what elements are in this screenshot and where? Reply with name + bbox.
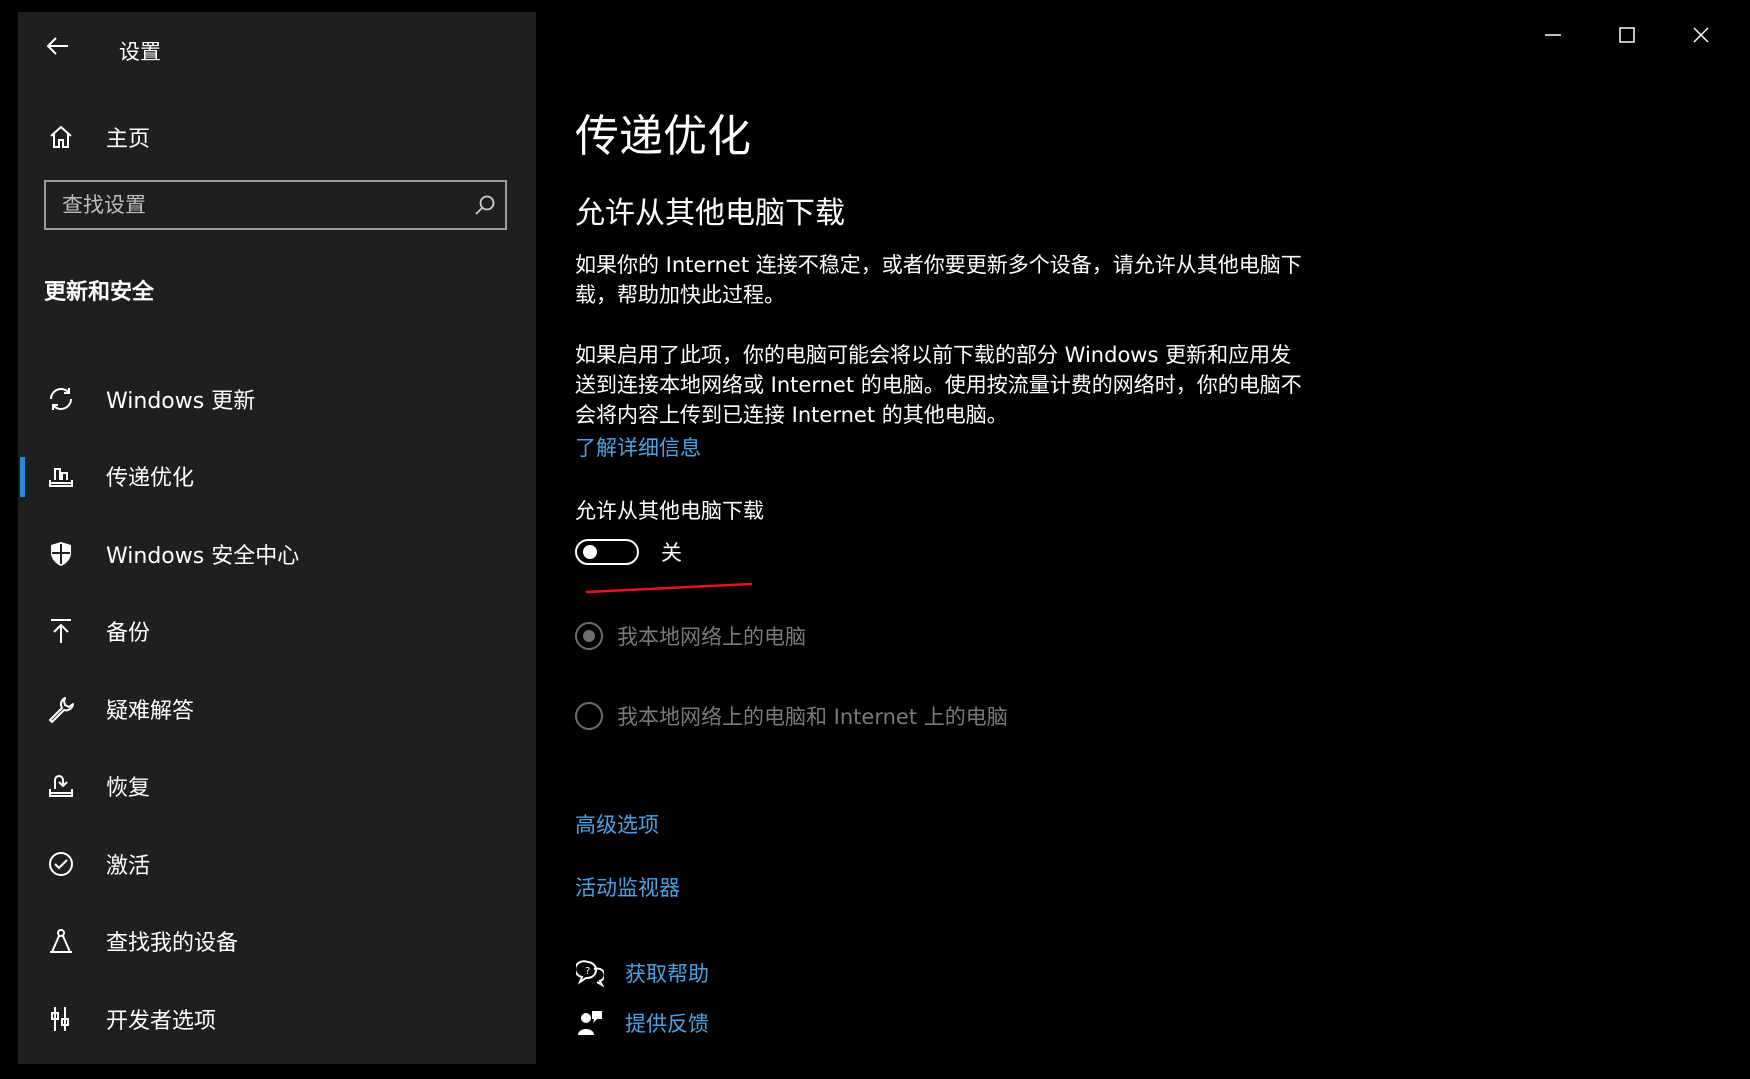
sidebar-item-activation[interactable]: 激活 [18, 825, 536, 903]
sidebar-item-label: 疑难解答 [106, 698, 195, 724]
red-annotation-underline [585, 582, 753, 594]
back-arrow-icon [46, 37, 68, 55]
toggle-state-text: 关 [661, 541, 682, 565]
sidebar-item-developer-options[interactable]: 开发者选项 [18, 980, 536, 1058]
sidebar-item-backup[interactable]: 备份 [18, 593, 536, 671]
sidebar-item-label: Windows 安全中心 [106, 543, 300, 569]
feedback-person-icon [575, 1008, 605, 1038]
close-button[interactable] [1664, 12, 1738, 58]
sidebar-item-windows-security[interactable]: Windows 安全中心 [18, 515, 536, 593]
sidebar-item-home[interactable]: 主页 [44, 112, 514, 162]
delivery-optimization-icon [44, 459, 78, 493]
toggle-row: 关 [575, 537, 682, 567]
radio-button [575, 622, 603, 650]
radio-local-and-internet[interactable]: 我本地网络上的电脑和 Internet 上的电脑 [575, 701, 1008, 731]
find-device-icon [44, 924, 78, 958]
activity-monitor-link[interactable]: 活动监视器 [575, 872, 680, 902]
radio-label: 我本地网络上的电脑 [617, 625, 806, 649]
settings-window: 设置 主页 更新和安全 [18, 12, 1738, 1064]
sidebar-item-recovery[interactable]: 恢复 [18, 748, 536, 826]
svg-text:?: ? [585, 966, 590, 977]
wrench-icon [44, 692, 78, 726]
description-paragraph-2: 如果启用了此项，你的电脑可能会将以前下载的部分 Windows 更新和应用发送到… [575, 343, 1302, 427]
backup-arrow-icon [44, 614, 78, 648]
home-label: 主页 [106, 127, 151, 152]
sidebar-item-label: 传递优化 [106, 466, 195, 492]
shield-icon [44, 537, 78, 571]
minimize-button[interactable] [1516, 12, 1590, 58]
give-feedback-link[interactable]: 提供反馈 [575, 1008, 709, 1038]
radio-button [575, 702, 603, 730]
maximize-icon [1619, 27, 1635, 43]
sidebar-item-label: 查找我的设备 [106, 931, 239, 957]
recovery-icon [44, 769, 78, 803]
search-icon[interactable] [465, 185, 505, 225]
maximize-button[interactable] [1590, 12, 1664, 58]
advanced-options-link[interactable]: 高级选项 [575, 809, 659, 839]
home-icon [44, 120, 78, 154]
sidebar-item-label: 开发者选项 [106, 1008, 217, 1034]
check-circle-icon [44, 847, 78, 881]
developer-tools-icon [44, 1002, 78, 1036]
sidebar-item-troubleshoot[interactable]: 疑难解答 [18, 670, 536, 748]
sidebar-item-windows-update[interactable]: Windows 更新 [18, 360, 536, 438]
app-title: 设置 [119, 40, 161, 64]
window-controls [1516, 12, 1738, 58]
section-subheading: 允许从其他电脑下载 [575, 196, 845, 231]
toggle-knob [583, 545, 597, 559]
sidebar-nav: Windows 更新 传递优化 Windows 安全中心 备份 疑难解答 恢复 … [18, 360, 536, 1058]
minimize-icon [1545, 34, 1561, 36]
close-icon [1693, 27, 1709, 43]
give-feedback-label: 提供反馈 [625, 1012, 709, 1036]
sidebar-item-label: 恢复 [106, 776, 151, 802]
sidebar-item-label: 激活 [106, 853, 151, 879]
sidebar-item-find-my-device[interactable]: 查找我的设备 [18, 903, 536, 981]
get-help-link[interactable]: ? 获取帮助 [575, 958, 709, 988]
back-button[interactable] [38, 26, 78, 66]
sidebar-item-delivery-optimization[interactable]: 传递优化 [18, 438, 536, 516]
radio-label: 我本地网络上的电脑和 Internet 上的电脑 [617, 705, 1008, 729]
sync-icon [44, 382, 78, 416]
sidebar: 设置 主页 更新和安全 [18, 12, 536, 1064]
learn-more-link[interactable]: 了解详细信息 [575, 432, 701, 462]
sidebar-item-label: 备份 [106, 621, 151, 647]
page-title: 传递优化 [575, 111, 751, 162]
get-help-label: 获取帮助 [625, 962, 709, 986]
allow-downloads-toggle[interactable] [575, 539, 639, 565]
radio-local-network[interactable]: 我本地网络上的电脑 [575, 621, 806, 651]
section-heading: 更新和安全 [44, 280, 155, 305]
description-paragraph-1: 如果你的 Internet 连接不稳定，或者你要更新多个设备，请允许从其他电脑下… [575, 253, 1302, 307]
search-box [44, 180, 507, 230]
help-chat-icon: ? [575, 958, 605, 988]
radio-selected-dot [583, 630, 595, 642]
toggle-setting-label: 允许从其他电脑下载 [575, 499, 764, 523]
search-input[interactable] [46, 192, 465, 218]
sidebar-item-label: Windows 更新 [106, 388, 256, 414]
